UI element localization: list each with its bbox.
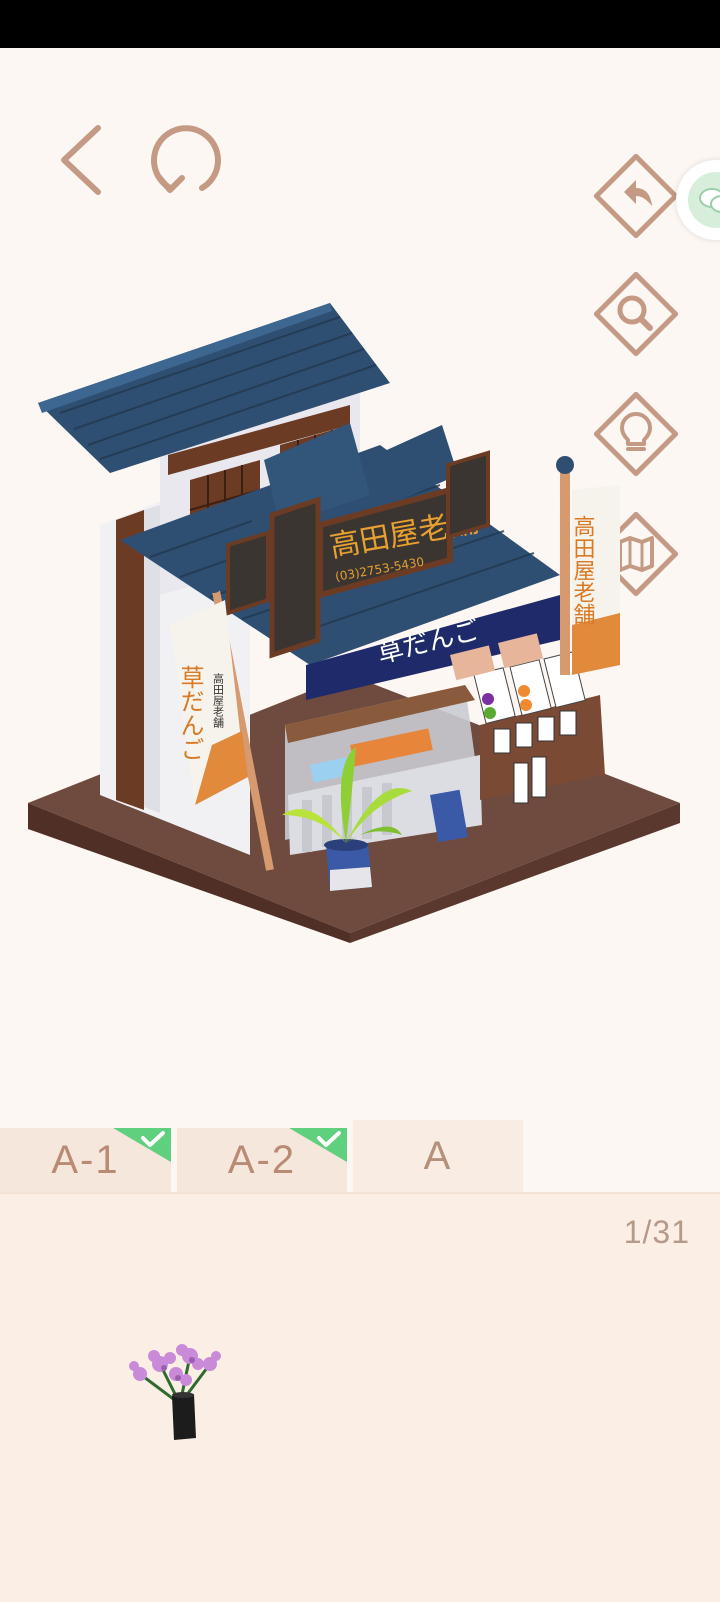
tab-a-1-label: A-1	[51, 1137, 120, 1182]
check-icon	[113, 1128, 171, 1162]
right-banner-text: 高田屋老舗	[570, 515, 596, 625]
stage-tabs: A-1 A-2 A	[0, 1120, 720, 1192]
status-bar	[0, 0, 720, 48]
page-counter: 1/31	[623, 1214, 690, 1250]
tab-a-label: A	[423, 1133, 453, 1178]
tab-a-2-label: A-2	[227, 1137, 297, 1182]
diorama-scene[interactable]: 高田屋老舗 (03)2753-5430 草だんご 高田屋老舗 草だんご 高田屋老…	[20, 295, 700, 965]
tab-a-2[interactable]: A-2	[177, 1128, 347, 1192]
item-tray: 1/31	[0, 1192, 720, 1602]
check-icon	[289, 1128, 347, 1162]
flower-vase-icon	[129, 1344, 221, 1440]
back-button[interactable]	[52, 118, 116, 202]
tab-a[interactable]: A	[353, 1120, 523, 1192]
tab-a-1[interactable]: A-1	[0, 1128, 171, 1192]
tray-item-flower-vase[interactable]	[120, 1334, 230, 1444]
banner-finial	[556, 456, 574, 474]
chevron-left-icon	[61, 125, 101, 195]
left-banner-small-text: 高田屋老舗	[212, 672, 225, 728]
restart-icon	[151, 125, 221, 193]
undo-button[interactable]	[588, 148, 684, 244]
chat-bubble-icon	[688, 172, 720, 228]
left-banner-text: 草だんご	[176, 665, 204, 761]
restart-button[interactable]	[142, 118, 226, 202]
undo-icon	[593, 153, 679, 239]
